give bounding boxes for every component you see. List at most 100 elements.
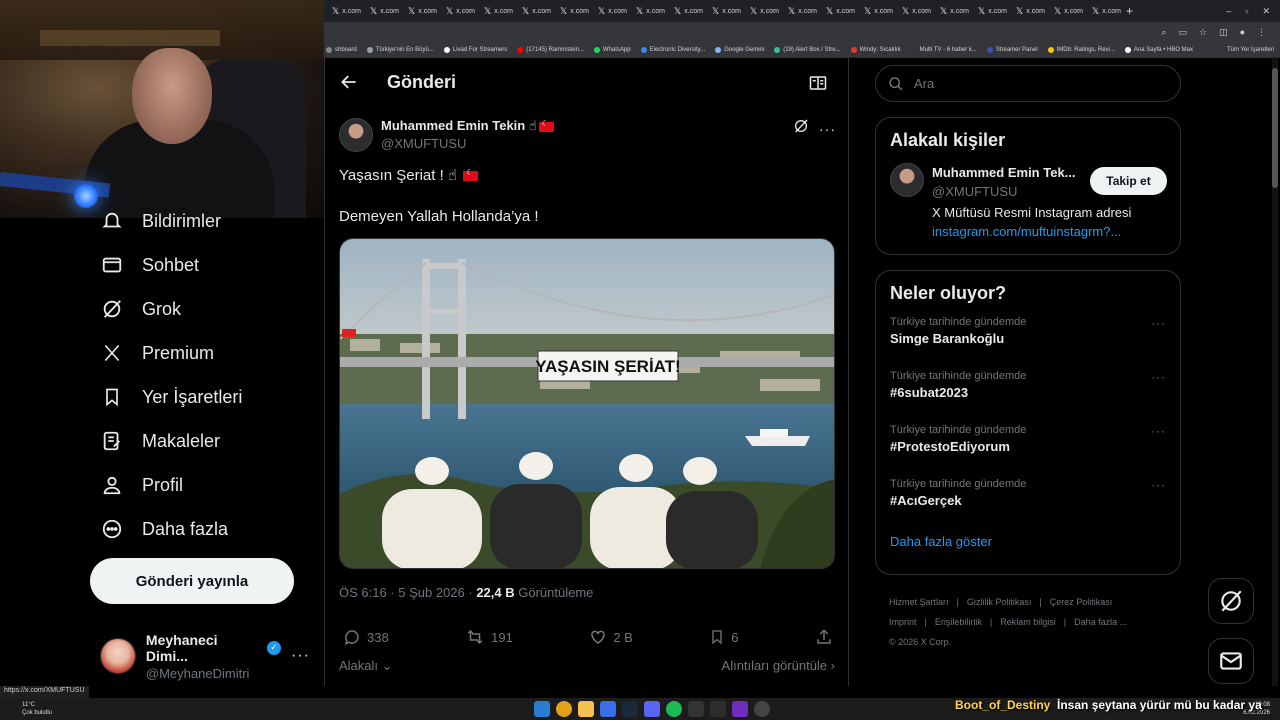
footer-link[interactable]: Çerez Politikası xyxy=(1050,597,1113,607)
minimize-icon[interactable]: – xyxy=(1226,6,1231,17)
more-dots-icon[interactable]: ··· xyxy=(1151,370,1166,384)
menu-icon[interactable]: ⋮ xyxy=(1257,27,1266,38)
nav-item-more[interactable]: Daha fazla xyxy=(100,513,228,545)
browser-tab[interactable]: 𝕏x.com xyxy=(362,0,400,22)
relevant-person[interactable]: Muhammed Emin Tek... @XMUFTUSU Takip et … xyxy=(876,151,1180,251)
footer-link[interactable]: Hizmet Şartları xyxy=(889,597,949,607)
browser-tab[interactable]: 𝕏x.com xyxy=(1084,0,1122,22)
author-avatar[interactable] xyxy=(339,118,373,152)
bookmark-item[interactable]: WhatsApp xyxy=(593,46,631,53)
bookmark-item[interactable]: (17145) Rammstein... xyxy=(517,46,584,53)
bookmark-button[interactable]: 6 xyxy=(709,628,739,646)
new-tab-button[interactable]: + xyxy=(1126,4,1133,18)
more-dots-icon[interactable]: ··· xyxy=(819,121,836,137)
footer-link[interactable]: Daha fazla ... xyxy=(1074,617,1127,627)
post-image[interactable]: YAŞASIN ŞERİAT! xyxy=(339,238,835,569)
like-button[interactable]: 2 B xyxy=(589,628,633,646)
footer-link[interactable]: Gizlilik Politikası xyxy=(967,597,1032,607)
folder-icon[interactable] xyxy=(578,701,594,717)
nav-item-articles[interactable]: Makaleler xyxy=(100,425,220,457)
back-arrow-icon[interactable] xyxy=(339,72,359,92)
browser-tab[interactable]: 𝕏x.com xyxy=(1046,0,1084,22)
browser-tab[interactable]: 𝕏x.com xyxy=(1008,0,1046,22)
steam-icon[interactable] xyxy=(622,701,638,717)
browser-tab[interactable]: 𝕏x.com xyxy=(324,0,362,22)
star-icon[interactable]: ☆ xyxy=(1199,27,1207,38)
reply-button[interactable]: 338 xyxy=(343,628,389,646)
bookmark-item[interactable]: Windy: Sıcaklık xyxy=(850,46,901,53)
app-icon[interactable] xyxy=(754,701,770,717)
more-dots-icon[interactable]: ··· xyxy=(1151,478,1166,492)
obs-icon[interactable] xyxy=(732,701,748,717)
footer-link[interactable]: Imprint xyxy=(889,617,917,627)
more-dots-icon[interactable]: ··· xyxy=(1151,424,1166,438)
browser-tab[interactable]: 𝕏x.com xyxy=(704,0,742,22)
trend-item[interactable]: Türkiye tarihinde gündemde Simge Barankoğ… xyxy=(876,312,1180,366)
repost-button[interactable]: 191 xyxy=(465,628,513,646)
nav-item-grok[interactable]: Grok xyxy=(100,293,181,325)
browser-tab[interactable]: 𝕏x.com xyxy=(438,0,476,22)
chrome-icon[interactable] xyxy=(556,701,572,717)
spotify-icon[interactable] xyxy=(666,701,682,717)
author-name[interactable]: Muhammed Emin Tekin xyxy=(381,118,525,133)
browser-tab[interactable]: 𝕏x.com xyxy=(514,0,552,22)
bookmark-item[interactable]: IMDb: Ratings, Revi... xyxy=(1047,46,1115,53)
bookmark-item[interactable]: Electronic Diversity... xyxy=(640,46,705,53)
browser-tab[interactable]: 𝕏x.com xyxy=(932,0,970,22)
account-switcher[interactable]: Meyhaneci Dimi... ✓ @MeyhaneDimitri ··· xyxy=(100,632,310,681)
browser-tab[interactable]: 𝕏x.com xyxy=(894,0,932,22)
discord-icon[interactable] xyxy=(644,701,660,717)
nav-item-notifications[interactable]: Bildirimler xyxy=(100,205,221,237)
browser-tab[interactable]: 𝕏x.com xyxy=(476,0,514,22)
bookmark-item[interactable]: shboard xyxy=(326,46,357,53)
trend-item[interactable]: Türkiye tarihinde gündemde #ProtestoEdiyo… xyxy=(876,420,1180,474)
more-dots-icon[interactable]: ··· xyxy=(1151,316,1166,330)
footer-link[interactable]: Reklam bilgisi xyxy=(1000,617,1056,627)
reader-mode-icon[interactable] xyxy=(809,75,827,91)
grok-fab-button[interactable] xyxy=(1208,578,1254,624)
search-input[interactable]: Ara xyxy=(875,65,1181,102)
nav-item-premium[interactable]: Premium xyxy=(100,337,214,369)
browser-tab[interactable]: 𝕏x.com xyxy=(780,0,818,22)
browser-tab[interactable]: 𝕏x.com xyxy=(970,0,1008,22)
zoom-icon[interactable]: ⌕ xyxy=(1161,27,1166,38)
relevant-person-link[interactable]: instagram.com/muftuinstagrm?... xyxy=(932,224,1121,239)
author-handle[interactable]: @XMUFTUSU xyxy=(381,136,554,151)
grok-icon[interactable] xyxy=(793,118,809,139)
trend-item[interactable]: Türkiye tarihinde gündemde #6subat2023 ··· xyxy=(876,366,1180,420)
messages-fab-button[interactable] xyxy=(1208,638,1254,684)
footer-link[interactable]: Erişilebilirlik xyxy=(935,617,982,627)
close-icon[interactable]: ✕ xyxy=(1262,6,1270,17)
app-icon[interactable] xyxy=(710,701,726,717)
relevant-person-name[interactable]: Muhammed Emin Tek... xyxy=(932,165,1076,180)
all-bookmarks[interactable]: Tüm Yer İşaretleri xyxy=(1227,47,1280,53)
browser-tab[interactable]: 𝕏x.com xyxy=(400,0,438,22)
post-button[interactable]: Gönderi yayınla xyxy=(90,558,294,604)
bookmark-item[interactable]: Multi TV - 6 haber k... xyxy=(910,46,977,53)
browser-tab[interactable]: 𝕏x.com xyxy=(628,0,666,22)
trend-item[interactable]: Türkiye tarihinde gündemde #AcıGerçek ··· xyxy=(876,474,1180,528)
window-controls[interactable]: – ▫ ✕ xyxy=(1226,6,1280,17)
bookmark-item[interactable]: (19) Alert Box / Stre... xyxy=(774,46,841,53)
more-dots-icon[interactable]: ··· xyxy=(291,647,310,665)
weather-widget[interactable]: 11°C Çok bulutlu xyxy=(0,701,52,717)
avatar[interactable] xyxy=(890,163,924,197)
post-author[interactable]: Muhammed Emin Tekin ☝ @XMUFTUSU xyxy=(339,118,554,152)
share-button[interactable] xyxy=(815,628,833,646)
windows-start-icon[interactable] xyxy=(534,701,550,717)
bookmark-item[interactable]: Streamer Panel xyxy=(986,46,1038,53)
cast-icon[interactable]: ▭ xyxy=(1178,27,1187,38)
profile-icon[interactable]: ● xyxy=(1240,27,1245,37)
bookmark-item[interactable]: Türkiye'nin En Büyü... xyxy=(366,46,434,53)
nav-item-profile[interactable]: Profil xyxy=(100,469,183,501)
relevant-person-handle[interactable]: @XMUFTUSU xyxy=(932,184,1017,199)
maximize-icon[interactable]: ▫ xyxy=(1245,6,1248,17)
nav-item-bookmarks[interactable]: Yer İşaretleri xyxy=(100,381,242,413)
bookmark-item[interactable]: Google Gemini xyxy=(715,46,764,53)
show-more-link[interactable]: Daha fazla göster xyxy=(876,528,1180,549)
page-scrollbar[interactable] xyxy=(1272,58,1278,686)
follow-button[interactable]: Takip et xyxy=(1090,167,1167,195)
browser-tab[interactable]: 𝕏x.com xyxy=(666,0,704,22)
browser-tab[interactable]: 𝕏x.com xyxy=(552,0,590,22)
app-icon[interactable] xyxy=(600,701,616,717)
